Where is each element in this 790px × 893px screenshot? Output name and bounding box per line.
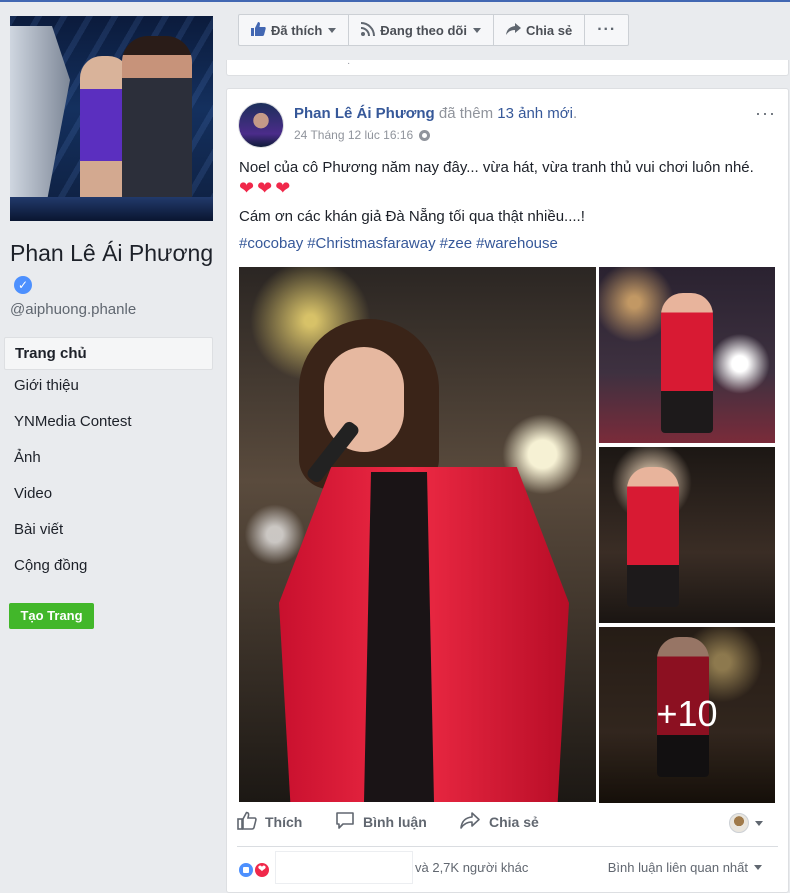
following-label: Đang theo dõi xyxy=(380,22,467,38)
hashtag-link[interactable]: #warehouse xyxy=(476,235,558,252)
liked-label: Đã thích xyxy=(271,22,323,38)
nav-item-community[interactable]: Cộng đồng xyxy=(4,550,213,586)
page-title[interactable]: Phan Lê Ái Phương ✓ xyxy=(10,238,220,298)
profile-cover-photo[interactable] xyxy=(10,16,213,221)
thumbs-up-icon xyxy=(251,21,271,39)
post-photo-thumb[interactable] xyxy=(599,447,775,623)
page-nav: Trang chủ Giới thiệu YNMedia Contest Ảnh… xyxy=(4,337,213,586)
feed-post: Phan Lê Ái Phương đã thêm 13 ảnh mới. 24… xyxy=(226,88,789,893)
post-header: Phan Lê Ái Phương đã thêm 13 ảnh mới. xyxy=(294,105,577,122)
more-options-button[interactable]: ··· xyxy=(585,15,628,45)
like-label: Thích xyxy=(265,814,303,830)
share-button[interactable]: Chia sẻ xyxy=(459,811,539,833)
author-name-link[interactable]: Phan Lê Ái Phương xyxy=(294,105,435,122)
share-arrow-icon xyxy=(505,22,526,38)
page-name-text: Phan Lê Ái Phương xyxy=(10,240,214,266)
post-action-suffix: . xyxy=(572,105,578,122)
comment-bubble-icon xyxy=(335,811,363,833)
redacted-names-box xyxy=(275,851,413,884)
photo-count-link[interactable]: 13 ảnh mới xyxy=(497,105,573,122)
comment-sort-label: Bình luận liên quan nhất xyxy=(607,860,748,875)
left-column: Phan Lê Ái Phương ✓ @aiphuong.phanle Tran… xyxy=(0,2,226,893)
heart-icon: ❤ xyxy=(275,178,291,198)
chevron-down-icon xyxy=(754,865,762,870)
post-as-selector[interactable] xyxy=(729,813,763,833)
divider xyxy=(237,846,778,847)
share-arrow-icon xyxy=(459,811,489,833)
hashtag-link[interactable]: #zee xyxy=(440,235,473,252)
verified-badge-icon: ✓ xyxy=(14,276,32,294)
comment-label: Bình luận xyxy=(363,814,427,830)
heart-icon: ❤ xyxy=(257,178,273,198)
rss-icon xyxy=(361,21,380,39)
author-avatar[interactable] xyxy=(238,102,284,148)
thumbs-up-outline-icon xyxy=(237,811,265,833)
post-action-row: Thích Bình luận Chia sẻ xyxy=(237,811,777,837)
post-photo-thumb-more[interactable]: +10 xyxy=(599,627,775,803)
hashtag-link[interactable]: #Christmasfaraway xyxy=(307,235,435,252)
heart-icon: ❤ xyxy=(239,178,255,198)
reactions-others-link[interactable]: và 2,7K người khác xyxy=(415,860,528,875)
dot-icon: · xyxy=(347,58,351,69)
previous-card-edge: · xyxy=(226,58,789,76)
post-photo-main[interactable] xyxy=(239,267,596,802)
nav-item-about[interactable]: Giới thiệu xyxy=(4,370,213,406)
globe-icon[interactable] xyxy=(419,129,431,141)
post-text-line-2: Cám ơn các khán giả Đà Nẵng tối qua thật… xyxy=(239,208,585,225)
page-handle[interactable]: @aiphuong.phanle xyxy=(10,301,136,318)
post-text-line-1: Noel của cô Phương năm nay đây... vừa há… xyxy=(239,159,754,176)
share-label: Chia sẻ xyxy=(489,814,539,830)
nav-item-photos[interactable]: Ảnh xyxy=(4,442,213,478)
chevron-down-icon xyxy=(472,27,481,33)
timestamp-link[interactable]: 24 Tháng 12 lúc 16:16 xyxy=(294,128,413,142)
comment-sort-dropdown[interactable]: Bình luận liên quan nhất xyxy=(608,860,762,875)
following-button[interactable]: Đang theo dõi xyxy=(349,15,494,45)
reactions-summary: ❤ và 2,7K người khác Bình luận liên quan… xyxy=(237,851,782,887)
chevron-down-icon xyxy=(328,27,337,33)
chevron-down-icon xyxy=(755,820,763,826)
page-action-bar: Đã thích Đang theo dõi Chia sẻ ··· xyxy=(238,14,630,46)
hashtag-link[interactable]: #cocobay xyxy=(239,235,303,252)
liked-button[interactable]: Đã thích xyxy=(239,15,350,45)
nav-item-contest[interactable]: YNMedia Contest xyxy=(4,406,213,442)
more-photos-count: +10 xyxy=(656,693,718,734)
love-reaction-icon[interactable]: ❤ xyxy=(253,861,271,879)
post-timestamp: 24 Tháng 12 lúc 16:16 xyxy=(294,128,431,142)
post-photo-thumb[interactable] xyxy=(599,267,775,443)
comment-button[interactable]: Bình luận xyxy=(335,811,427,833)
nav-item-posts[interactable]: Bài viết xyxy=(4,514,213,550)
like-button[interactable]: Thích xyxy=(237,811,302,833)
post-action-prefix: đã thêm xyxy=(438,105,494,122)
post-menu-button[interactable]: ··· xyxy=(755,103,776,124)
hashtag-list: #cocobay #Christmasfaraway #zee #warehouse xyxy=(239,233,769,254)
nav-item-home[interactable]: Trang chủ xyxy=(4,337,213,370)
share-page-button[interactable]: Chia sẻ xyxy=(494,15,586,45)
share-page-label: Chia sẻ xyxy=(525,22,573,38)
nav-item-videos[interactable]: Video xyxy=(4,478,213,514)
post-body: Noel của cô Phương năm nay đây... vừa há… xyxy=(239,157,769,260)
viewer-avatar xyxy=(729,813,749,833)
create-page-button[interactable]: Tạo Trang xyxy=(9,603,94,629)
